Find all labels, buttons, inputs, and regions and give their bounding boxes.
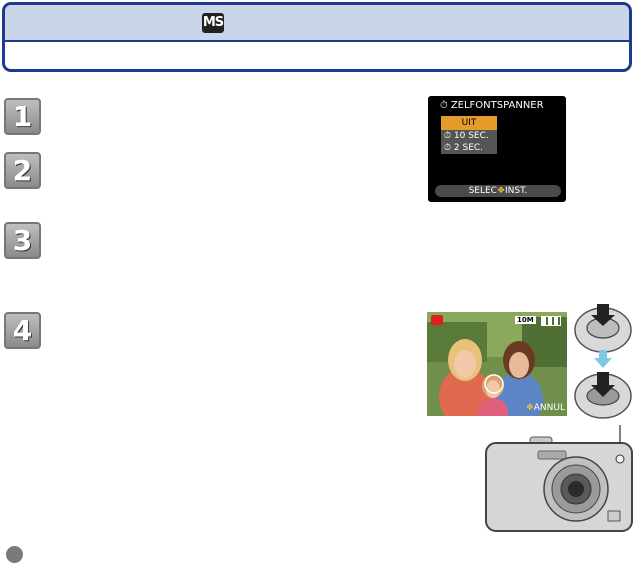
self-timer-options: UIT ⏱ 10 SEC. ⏱ 2 SEC. — [441, 116, 497, 154]
step-4-badge: 4 — [4, 312, 41, 349]
header-divider — [5, 40, 629, 42]
camera-mode-icon — [431, 315, 443, 325]
menu-title-label: ZELFONTSPANNER — [450, 100, 544, 111]
option-2-sec[interactable]: ⏱ 2 SEC. — [441, 142, 497, 154]
option-10-sec[interactable]: ⏱ 10 SEC. — [441, 130, 497, 142]
step-1-badge: 1 — [4, 98, 41, 135]
self-timer-photo-screen: 10M ❖ANNUL — [427, 312, 567, 416]
menu-footer: SELEC❖INST. — [435, 185, 561, 197]
option-2-sec-label: 2 SEC. — [453, 143, 484, 153]
down-arrow-icon — [594, 350, 612, 368]
battery-icon — [541, 316, 561, 326]
shutter-half-press-icon — [574, 304, 632, 353]
shutter-full-press-icon — [574, 372, 632, 419]
select-label: SELEC — [468, 186, 497, 196]
family-photo — [427, 312, 567, 416]
option-10-sec-label: 10 SEC. — [453, 131, 489, 141]
option-off[interactable]: UIT — [441, 116, 497, 130]
ms-mode-icon: MS — [202, 13, 224, 33]
self-timer-icon: ⏱ — [440, 100, 448, 111]
camera-icon — [485, 425, 633, 532]
header-title-bar — [5, 5, 629, 40]
self-timer-menu-screen: ⏱ ZELFONTSPANNER UIT ⏱ 10 SEC. ⏱ 2 SEC. S… — [428, 96, 566, 202]
step-2-badge: 2 — [4, 152, 41, 189]
note-icon — [6, 546, 23, 563]
resolution-badge: 10M — [515, 316, 536, 324]
joystick-icon: ❖ — [496, 186, 506, 196]
set-label: INST. — [505, 186, 528, 196]
section-header: MS — [2, 2, 632, 72]
joystick-icon: ❖ — [525, 403, 534, 413]
self-timer-2-icon: ⏱ — [444, 143, 452, 153]
menu-title: ⏱ ZELFONTSPANNER — [440, 100, 544, 111]
shutter-press-illustration — [574, 304, 632, 419]
step-3-badge: 3 — [4, 222, 41, 259]
self-timer-10-icon: ⏱ — [444, 131, 452, 141]
cancel-hint: ❖ANNUL — [526, 403, 565, 413]
cancel-label: ANNUL — [533, 403, 565, 413]
